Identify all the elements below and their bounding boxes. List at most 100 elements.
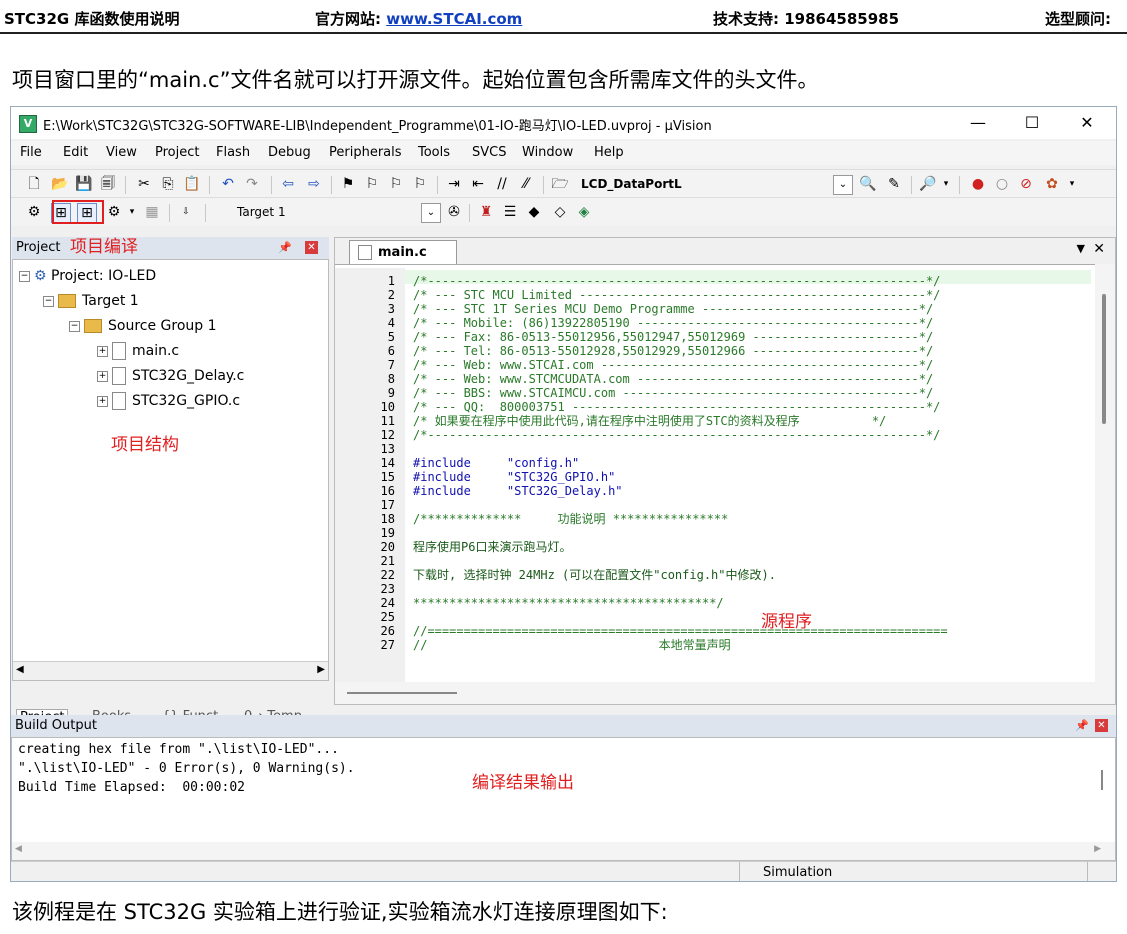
code-line[interactable]: /* --- BBS: www.STCAIMCU.com -----------… <box>413 386 933 400</box>
indent-icon[interactable]: ⇥ <box>445 175 463 193</box>
tree-file-main[interactable]: + main.c <box>97 341 179 361</box>
tab-list-icon[interactable]: ▼ <box>1077 242 1085 255</box>
find-icon[interactable]: ✎ <box>885 175 903 193</box>
batch-build-icon[interactable]: ⚙ <box>105 203 123 221</box>
code-line[interactable]: /* --- Web: www.STCAI.com --------------… <box>413 358 933 372</box>
code-area[interactable]: 1 /*-------------------------------------… <box>335 274 1091 682</box>
pack-installer-icon[interactable]: ◈ <box>575 203 593 221</box>
download-icon[interactable]: ⇩ <box>177 203 195 221</box>
target-options-icon[interactable]: ✇ <box>445 203 463 221</box>
code-line[interactable]: /* 如果要在程序中使用此代码,请在程序中注明使用了STC的资料及程序 */ <box>413 414 886 428</box>
options-icon[interactable]: ✿ <box>1043 175 1061 193</box>
code-line[interactable]: /* --- Web: www.STCMCUDATA.com ---------… <box>413 372 933 386</box>
nav-back-icon[interactable]: ⇦ <box>279 175 297 193</box>
menu-flash[interactable]: Flash <box>216 145 250 160</box>
code-line[interactable]: /* --- Mobile: (86)13922805190 ---------… <box>413 316 933 330</box>
new-file-icon[interactable]: 🗋 <box>25 175 43 193</box>
cut-icon[interactable]: ✂ <box>135 175 153 193</box>
uncomment-icon[interactable]: ⁄⁄ <box>517 175 535 193</box>
build-horizontal-scrollbar[interactable]: ◀ ▶ <box>12 842 1115 860</box>
next-bookmark-icon[interactable]: ⚐ <box>387 175 405 193</box>
pin-icon[interactable]: 📌 <box>278 237 292 259</box>
code-line[interactable]: /* --- Tel: 86-0513-55012928,55012929,55… <box>413 344 933 358</box>
tree-project-root[interactable]: − ⚙ Project: IO-LED <box>19 266 156 286</box>
menu-peripherals[interactable]: Peripherals <box>329 145 402 160</box>
nav-forward-icon[interactable]: ⇨ <box>305 175 323 193</box>
editor-horizontal-scrollbar[interactable] <box>335 682 1115 704</box>
stop-build-icon[interactable]: ▦ <box>143 203 161 221</box>
incremental-find-icon[interactable]: 🔍 <box>859 175 877 193</box>
expand-icon[interactable]: + <box>97 395 108 407</box>
scroll-left-icon[interactable]: ◀ <box>15 844 22 854</box>
open-file-icon[interactable]: 📂 <box>51 175 69 193</box>
menu-tools[interactable]: Tools <box>418 145 450 160</box>
code-line[interactable]: // 本地常量声明 <box>413 638 731 652</box>
manage-components-icon[interactable]: ☰ <box>501 203 519 221</box>
save-icon[interactable]: 💾 <box>75 175 93 193</box>
menu-edit[interactable]: Edit <box>63 145 88 160</box>
minimize-button[interactable]: — <box>958 111 998 135</box>
build-scroll-thumb[interactable] <box>1101 770 1103 790</box>
code-line[interactable]: #include "config.h" <box>413 456 579 470</box>
menu-debug[interactable]: Debug <box>268 145 311 160</box>
combo-dropdown-icon[interactable]: ⌄ <box>833 175 853 195</box>
code-line[interactable]: ****************************************… <box>413 596 724 610</box>
code-line[interactable]: //======================================… <box>413 624 948 638</box>
debug-dropdown-icon[interactable]: ▾ <box>937 175 955 193</box>
code-line[interactable]: /*--------------------------------------… <box>413 428 940 442</box>
collapse-icon[interactable]: − <box>69 320 80 332</box>
code-line[interactable]: /* --- QQ: 800003751 -------------------… <box>413 400 940 414</box>
official-site-link[interactable]: www.STCAI.com <box>386 10 522 28</box>
scroll-right-icon[interactable]: ▶ <box>317 664 325 675</box>
translate-icon[interactable]: ⚙ <box>25 203 43 221</box>
menu-svcs[interactable]: SVCS <box>472 145 506 160</box>
close-button[interactable]: ✕ <box>1067 111 1107 135</box>
bookmark-icon[interactable]: ⚑ <box>339 175 357 193</box>
debug-session-icon[interactable]: 🔎 <box>919 175 937 193</box>
find-in-files-icon[interactable]: 🗁 <box>551 175 569 193</box>
clear-bookmarks-icon[interactable]: ⚐ <box>411 175 429 193</box>
paste-icon[interactable]: 📋 <box>183 175 201 193</box>
target-dropdown-icon[interactable]: ⌄ <box>421 203 441 223</box>
breakpoint-icon[interactable]: ● <box>969 175 987 193</box>
file-extensions-icon[interactable]: ♜ <box>477 203 495 221</box>
tree-horizontal-scrollbar[interactable]: ◀ ▶ <box>13 661 328 680</box>
save-all-icon[interactable]: 🗐 <box>99 175 117 193</box>
expand-icon[interactable]: + <box>97 345 108 357</box>
close-tab-icon[interactable]: ✕ <box>1093 241 1105 257</box>
collapse-icon[interactable]: − <box>19 270 30 282</box>
tree-source-group[interactable]: − Source Group 1 <box>69 316 217 336</box>
clear-breakpoints-icon[interactable]: ⊘ <box>1017 175 1035 193</box>
code-line[interactable]: 下载时, 选择时钟 24MHz (可以在配置文件"config.h"中修改). <box>413 568 776 582</box>
code-line[interactable]: /************** 功能说明 **************** <box>413 512 728 526</box>
code-line[interactable]: /* --- STC MCU Limited -----------------… <box>413 288 940 302</box>
function-combo[interactable]: LCD_DataPortL <box>575 174 830 194</box>
redo-icon[interactable]: ↷ <box>243 175 261 193</box>
collapse-icon[interactable]: − <box>43 295 54 307</box>
menu-window[interactable]: Window <box>522 145 573 160</box>
tree-file-gpio[interactable]: + STC32G_GPIO.c <box>97 391 240 411</box>
undo-icon[interactable]: ↶ <box>219 175 237 193</box>
menu-view[interactable]: View <box>106 145 137 160</box>
project-pane-close-icon[interactable]: ✕ <box>305 241 318 254</box>
code-line[interactable]: /*--------------------------------------… <box>413 274 940 288</box>
build-output-close-icon[interactable]: ✕ <box>1095 719 1108 732</box>
code-line[interactable]: /* --- Fax: 86-0513-55012956,55012947,55… <box>413 330 933 344</box>
editor-vertical-scrollbar[interactable] <box>1095 264 1115 682</box>
batch-dropdown-icon[interactable]: ▾ <box>123 203 141 221</box>
tree-file-delay[interactable]: + STC32G_Delay.c <box>97 366 244 386</box>
comment-icon[interactable]: // <box>493 175 511 193</box>
unindent-icon[interactable]: ⇤ <box>469 175 487 193</box>
disable-breakpoint-icon[interactable]: ○ <box>993 175 1011 193</box>
copy-icon[interactable]: ⎘ <box>159 175 177 193</box>
select-packs-icon[interactable]: ◆ <box>525 203 543 221</box>
code-line[interactable]: #include "STC32G_Delay.h" <box>413 484 623 498</box>
code-line[interactable]: #include "STC32G_GPIO.h" <box>413 470 615 484</box>
menu-help[interactable]: Help <box>594 145 624 160</box>
scroll-right-icon[interactable]: ▶ <box>1094 844 1101 854</box>
scroll-thumb[interactable] <box>1102 294 1106 424</box>
hscroll-thumb[interactable] <box>347 692 457 694</box>
prev-bookmark-icon[interactable]: ⚐ <box>363 175 381 193</box>
scroll-left-icon[interactable]: ◀ <box>16 664 24 675</box>
menu-file[interactable]: File <box>20 145 42 160</box>
